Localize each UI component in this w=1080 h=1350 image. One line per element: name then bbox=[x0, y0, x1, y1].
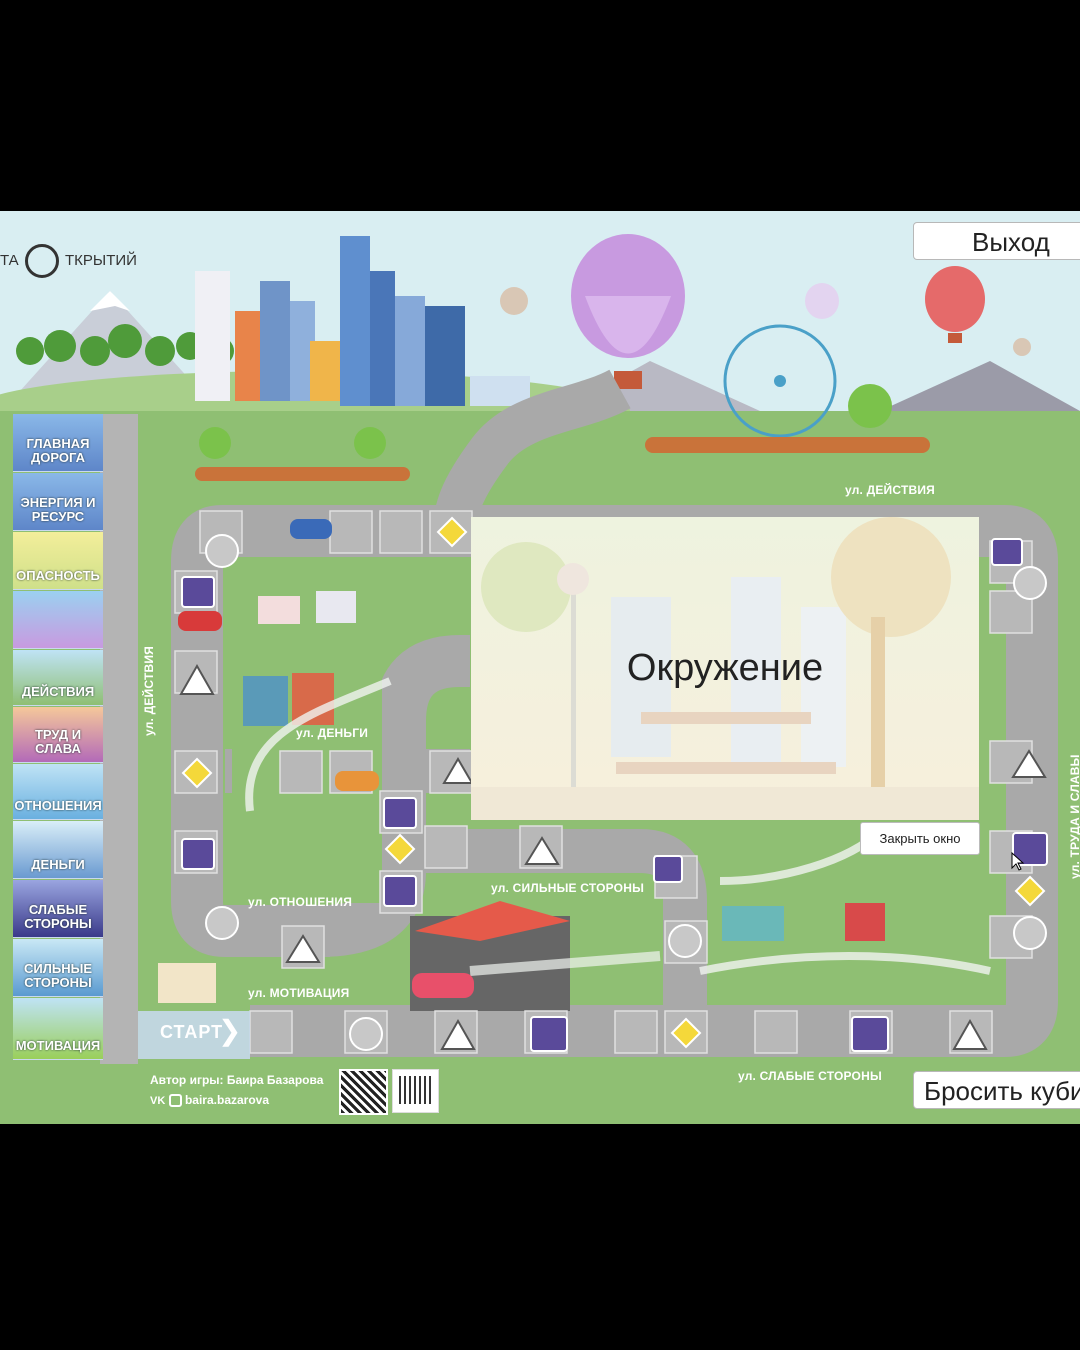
instagram-icon bbox=[168, 1094, 182, 1108]
game-board: ТА ТКРЫТИЙ Выход ГЛАВНАЯ ДОРОГА ЭНЕРГИЯ … bbox=[0, 211, 1080, 1124]
logo-text-left: ТА bbox=[0, 251, 19, 269]
legend-label: ОТНОШЕНИЯ bbox=[14, 798, 102, 813]
street-label-relations: ул. ОТНОШЕНИЯ bbox=[248, 895, 353, 909]
legend-label: ГЛАВНАЯ ДОРОГА bbox=[26, 436, 90, 465]
street-label-weak: ул. СЛАБЫЕ СТОРОНЫ bbox=[738, 1069, 882, 1083]
logo-text-right: ТКРЫТИЙ bbox=[65, 251, 137, 269]
legend-item-actions: ДЕЙСТВИЯ bbox=[13, 650, 103, 706]
legend-item-weak: СЛАБЫЕ СТОРОНЫ bbox=[13, 880, 103, 938]
roll-dice-button[interactable]: Бросить кубик bbox=[913, 1071, 1080, 1109]
legend-item-image bbox=[13, 591, 103, 649]
vk-icon: VK bbox=[150, 1095, 166, 1107]
logo: ТА ТКРЫТИЙ bbox=[0, 244, 137, 278]
author-handle: baira.bazarova bbox=[184, 1093, 270, 1107]
street-label-strong: ул. СИЛЬНЫЕ СТОРОНЫ bbox=[491, 881, 645, 895]
legend-label: ДЕЙСТВИЯ bbox=[21, 684, 95, 699]
qr-code-icon bbox=[339, 1069, 388, 1115]
card-title: Окружение bbox=[626, 647, 824, 689]
legend-label: ДЕНЬГИ bbox=[31, 857, 85, 872]
legend-label: ОПАСНОСТЬ bbox=[16, 568, 100, 583]
legend-item-danger: ОПАСНОСТЬ bbox=[13, 532, 103, 590]
start-label: СТАРТ bbox=[160, 1022, 224, 1042]
legend-item-labor: ТРУД И СЛАВА bbox=[13, 707, 103, 763]
mouse-cursor-icon bbox=[1011, 852, 1025, 871]
legend-label: СЛАБЫЕ СТОРОНЫ bbox=[24, 902, 92, 931]
legend-label: ТРУД И СЛАВА bbox=[34, 727, 82, 756]
qr-code-icon bbox=[392, 1069, 439, 1113]
legend-item-relations: ОТНОШЕНИЯ bbox=[13, 764, 103, 820]
legend-label: МОТИВАЦИЯ bbox=[15, 1038, 101, 1053]
legend-item-strong: СИЛЬНЫЕ СТОРОНЫ bbox=[13, 939, 103, 997]
logo-mark-icon bbox=[24, 244, 59, 278]
author-handle-row: VK baira.bazarova bbox=[150, 1093, 270, 1108]
legend-item-energy: ЭНЕРГИЯ И РЕСУРС bbox=[13, 473, 103, 531]
close-window-button[interactable]: Закрыть окно bbox=[860, 822, 980, 855]
street-label-labor: ул. ТРУДА И СЛАВЫ bbox=[1068, 754, 1080, 879]
street-label-actions: ул. ДЕЙСТВИЯ bbox=[845, 483, 935, 497]
legend-item-main-road: ГЛАВНАЯ ДОРОГА bbox=[13, 414, 103, 472]
street-label-money: ул. ДЕНЬГИ bbox=[296, 726, 369, 740]
event-card-modal: Окружение bbox=[471, 517, 979, 820]
legend-item-motivation: МОТИВАЦИЯ bbox=[13, 998, 103, 1060]
start-arrow-icon: ❯ bbox=[218, 1015, 242, 1046]
author-credit: Автор игры: Баира Базарова bbox=[150, 1073, 324, 1087]
street-label-motivation: ул. МОТИВАЦИЯ bbox=[248, 986, 350, 1000]
legend-item-money: ДЕНЬГИ bbox=[13, 821, 103, 879]
exit-button[interactable]: Выход bbox=[913, 222, 1080, 260]
legend-label: ЭНЕРГИЯ И РЕСУРС bbox=[20, 495, 96, 524]
street-label-actions-vertical: ул. ДЕЙСТВИЯ bbox=[142, 646, 156, 736]
legend-label: СИЛЬНЫЕ СТОРОНЫ bbox=[24, 961, 92, 990]
